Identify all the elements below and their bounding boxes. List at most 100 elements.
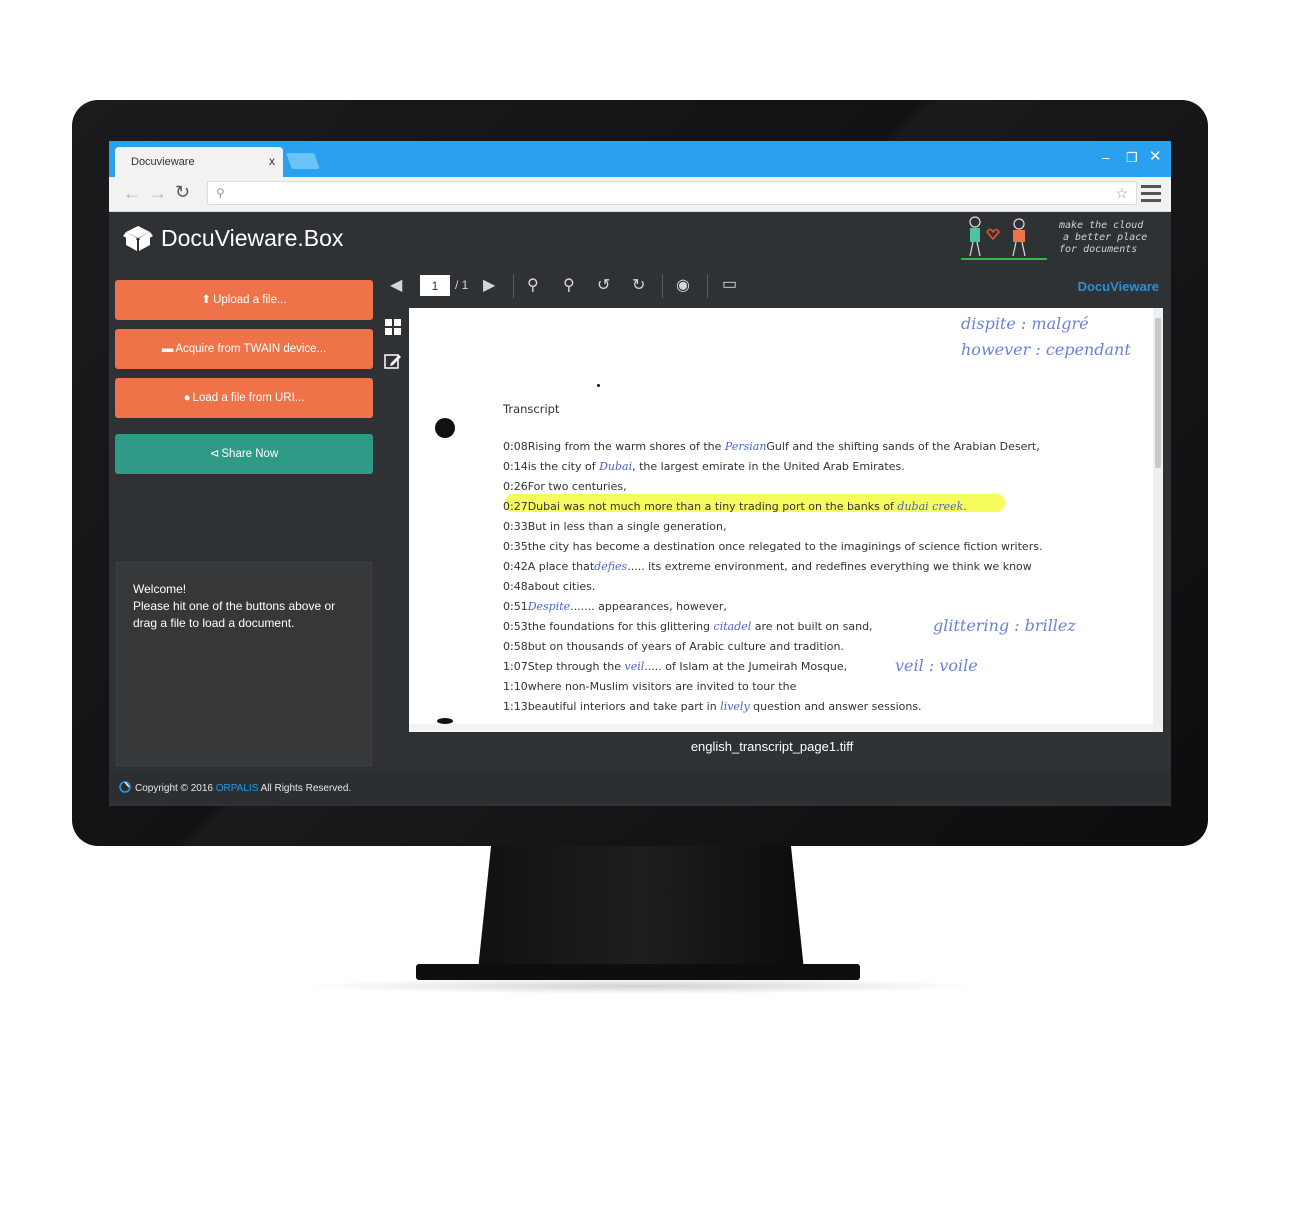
handwritten-word: defies bbox=[594, 560, 628, 573]
browser-toolbar: ← → ↻ ⚲ ☆ bbox=[109, 177, 1171, 212]
transcript-text: 1:07Step through the bbox=[503, 660, 625, 673]
app-header: DocuVieware.Box make the cloud a better … bbox=[109, 212, 1171, 264]
browser-menu-icon[interactable] bbox=[1141, 185, 1161, 203]
viewer-toolbar: ◀ / 1 ▶ ⚲ ⚲ ↺ ↻ ◉ ▭ DocuVieware bbox=[377, 264, 1167, 308]
viewer-side-toolbar bbox=[377, 308, 409, 728]
docuvieware-brand-logo: DocuVieware bbox=[1077, 279, 1159, 294]
transcript-line: 1:10where non-Muslim visitors are invite… bbox=[503, 680, 796, 693]
thumbnails-icon[interactable] bbox=[384, 318, 402, 336]
transcript-text: , the largest emirate in the United Arab… bbox=[632, 460, 905, 473]
reload-icon[interactable]: ↻ bbox=[175, 182, 190, 203]
rotate-right-icon[interactable]: ↻ bbox=[632, 276, 645, 296]
transcript-text: 0:08Rising from the warm shores of the bbox=[503, 440, 725, 453]
transcript-line: 0:53the foundations for this glittering … bbox=[503, 620, 873, 633]
transcript-text: 0:51 bbox=[503, 600, 528, 613]
rights-text: All Rights Reserved. bbox=[258, 783, 352, 794]
company-link[interactable]: ORPALIS bbox=[216, 783, 259, 794]
handwritten-note: veil : voile bbox=[895, 656, 978, 675]
handwritten-word: citadel bbox=[713, 620, 752, 633]
handwritten-note: dispite : malgré bbox=[961, 314, 1089, 333]
zoom-in-icon[interactable]: ⚲ bbox=[563, 276, 575, 296]
bookmark-star-icon[interactable]: ☆ bbox=[1115, 185, 1128, 202]
load-uri-button[interactable]: ● Load a file from URI... bbox=[115, 378, 373, 418]
upload-icon: ⬆ bbox=[201, 294, 212, 306]
transcript-text: 0:58but on thousands of years of Arabic … bbox=[503, 640, 844, 653]
scanner-icon: ▬ bbox=[161, 343, 174, 355]
forward-icon[interactable]: → bbox=[149, 183, 167, 204]
minimize-icon[interactable]: – bbox=[1102, 151, 1109, 165]
welcome-text-line: Please hit one of the buttons above or bbox=[133, 599, 336, 613]
page-number-input[interactable] bbox=[420, 275, 450, 296]
toolbar-divider bbox=[513, 274, 514, 298]
transcript-text: 1:10where non-Muslim visitors are invite… bbox=[503, 680, 797, 693]
transcript-line: 1:07Step through the veil..... of Islam … bbox=[503, 660, 847, 673]
transcript-text: Gulf and the shifting sands of the Arabi… bbox=[766, 440, 1040, 453]
transcript-line: 0:33But in less than a single generation… bbox=[503, 520, 726, 533]
zoom-out-icon[interactable]: ⚲ bbox=[527, 276, 539, 296]
fullscreen-icon[interactable]: ▭ bbox=[722, 275, 737, 295]
app-title: DocuVieware.Box bbox=[161, 225, 344, 251]
copyright-text: Copyright © 2016 bbox=[135, 783, 216, 794]
transcript-text: 0:48about cities. bbox=[503, 580, 596, 593]
transcript-line: 0:27Dubai was not much more than a tiny … bbox=[503, 500, 967, 513]
eye-icon[interactable]: ◉ bbox=[676, 276, 690, 296]
next-page-icon[interactable]: ▶ bbox=[483, 276, 495, 296]
monitor-shadow bbox=[300, 978, 980, 994]
ink-dot bbox=[597, 384, 600, 387]
transcript-text: ..... its extreme environment, and redef… bbox=[627, 560, 1032, 573]
transcript-line: 0:58but on thousands of years of Arabic … bbox=[503, 640, 844, 653]
acquire-twain-button[interactable]: ▬ Acquire from TWAIN device... bbox=[115, 329, 373, 369]
browser-tab[interactable]: Docuvieware x bbox=[115, 147, 283, 177]
screen: Docuvieware x – ❐ ✕ ← → ↻ ⚲ ☆ DocuViewar… bbox=[109, 141, 1171, 806]
transcript-line: 0:51Despite....... appearances, however, bbox=[503, 600, 727, 613]
rotate-left-icon[interactable]: ↺ bbox=[597, 276, 610, 296]
document-viewer: ◀ / 1 ▶ ⚲ ⚲ ↺ ↻ ◉ ▭ DocuVieware bbox=[377, 264, 1167, 772]
document-title: Transcript bbox=[503, 402, 560, 416]
handwritten-note: however : cependant bbox=[961, 340, 1131, 359]
transcript-line: 0:26For two centuries, bbox=[503, 480, 627, 493]
transcript-line: 0:08Rising from the warm shores of the P… bbox=[503, 440, 1040, 453]
tab-title: Docuvieware bbox=[131, 156, 195, 168]
handwritten-note: glittering : brillez bbox=[933, 616, 1076, 635]
handwritten-word: Despite bbox=[527, 600, 571, 613]
address-bar[interactable]: ⚲ ☆ bbox=[207, 181, 1137, 205]
previous-page-icon[interactable]: ◀ bbox=[390, 276, 402, 296]
transcript-text: ....... appearances, however, bbox=[570, 600, 727, 613]
transcript-text: . bbox=[963, 500, 967, 513]
toolbar-divider bbox=[707, 274, 708, 298]
box-logo-icon bbox=[123, 226, 153, 251]
handwritten-word: Persian bbox=[724, 440, 767, 453]
upload-file-button[interactable]: ⬆ Upload a file... bbox=[115, 280, 373, 320]
transcript-line: 0:35the city has become a destination on… bbox=[503, 540, 1042, 553]
document-page[interactable]: dispite : malgré however : cependant gli… bbox=[409, 308, 1163, 732]
toolbar-divider bbox=[662, 274, 663, 298]
transcript-text: 0:53the foundations for this glittering bbox=[503, 620, 714, 633]
new-tab-button[interactable] bbox=[286, 153, 320, 169]
annotate-icon[interactable] bbox=[384, 352, 402, 370]
transcript-text: 0:42A place that bbox=[503, 560, 595, 573]
url-input[interactable] bbox=[236, 184, 1100, 204]
transcript-text: 1:13beautiful interiors and take part in bbox=[503, 700, 721, 713]
welcome-panel: Welcome! Please hit one of the buttons a… bbox=[116, 562, 372, 766]
transcript-text: are not built on sand, bbox=[751, 620, 873, 633]
welcome-text-line: drag a file to load a document. bbox=[133, 616, 295, 630]
sidebar: ⬆ Upload a file... ▬ Acquire from TWAIN de… bbox=[109, 264, 377, 769]
scrollbar-thumb[interactable] bbox=[1155, 318, 1161, 468]
tab-close-button[interactable]: x bbox=[269, 154, 275, 168]
vertical-scrollbar[interactable] bbox=[1153, 308, 1163, 732]
transcript-text: question and answer sessions. bbox=[749, 700, 922, 713]
globe-icon: ● bbox=[183, 392, 191, 404]
restore-icon[interactable]: ❐ bbox=[1126, 151, 1138, 165]
transcript-text: 0:35the city has become a destination on… bbox=[503, 540, 1043, 553]
transcript-text: ..... of Islam at the Jumeirah Mosque, bbox=[644, 660, 848, 673]
close-window-icon[interactable]: ✕ bbox=[1149, 149, 1162, 164]
share-now-button[interactable]: ⊲ Share Now bbox=[115, 434, 373, 474]
transcript-text: 0:33But in less than a single generation… bbox=[503, 520, 727, 533]
page-total: / 1 bbox=[455, 278, 469, 292]
document-filename: english_transcript_page1.tiff bbox=[690, 739, 854, 754]
orpalis-logo-icon bbox=[119, 781, 131, 793]
back-icon[interactable]: ← bbox=[123, 183, 141, 204]
transcript-line: 1:13beautiful interiors and take part in… bbox=[503, 700, 922, 713]
horizontal-scrollbar[interactable] bbox=[409, 724, 1153, 732]
search-icon: ⚲ bbox=[216, 186, 225, 200]
